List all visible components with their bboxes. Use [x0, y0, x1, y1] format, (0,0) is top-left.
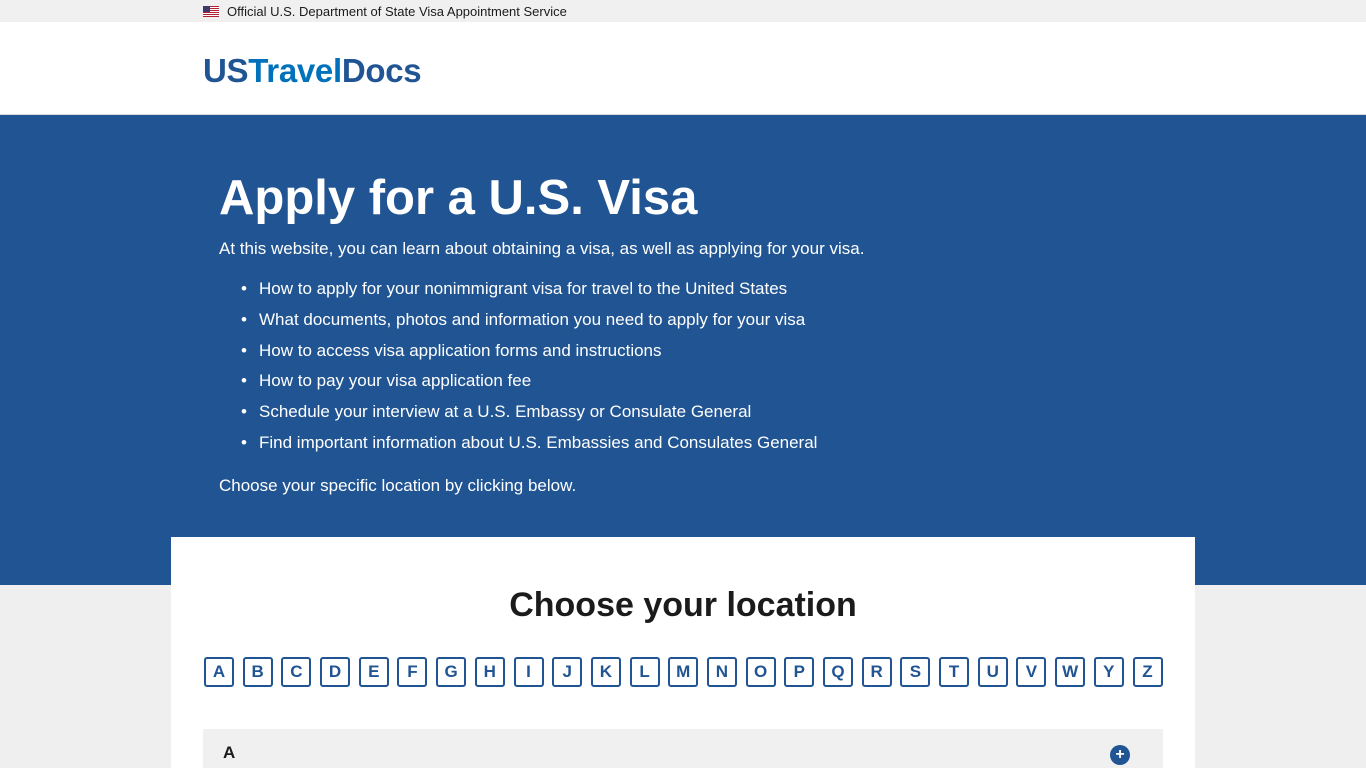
gov-banner-text: Official U.S. Department of State Visa A…: [227, 3, 567, 19]
list-item: • How to pay your visa application fee: [241, 371, 532, 391]
logo-part-us: US: [203, 52, 249, 89]
site-logo[interactable]: USTravelDocs: [203, 46, 422, 90]
letter-button-h[interactable]: H: [474, 657, 505, 687]
letter-button-p[interactable]: P: [784, 657, 815, 687]
site-header: USTravelDocs: [0, 22, 1366, 115]
letter-button-i[interactable]: I: [513, 657, 544, 687]
letter-button-l[interactable]: L: [629, 657, 660, 687]
logo-part-docs: Docs: [341, 52, 422, 89]
letter-button-r[interactable]: R: [861, 657, 892, 687]
letter-button-g[interactable]: G: [436, 657, 467, 687]
location-title: Choose your location: [509, 586, 857, 624]
letter-button-j[interactable]: J: [552, 657, 583, 687]
letter-button-k[interactable]: K: [590, 657, 621, 687]
location-card: Choose your location A B C D E F G H I J…: [171, 537, 1195, 768]
accordion-label: A: [223, 743, 236, 762]
list-item: • Find important information about U.S. E…: [241, 432, 818, 452]
list-item: • How to apply for your nonimmigrant visa…: [241, 279, 788, 298]
page-title: Apply for a U.S. Visa: [219, 171, 698, 225]
letter-button-u[interactable]: U: [977, 657, 1008, 687]
letter-button-m[interactable]: M: [668, 657, 699, 687]
hero-list: • How to apply for your nonimmigrant visa…: [219, 274, 1366, 459]
letter-button-q[interactable]: Q: [823, 657, 853, 687]
choose-location-text: Choose your specific location by clickin…: [219, 475, 577, 495]
plus-circle-icon[interactable]: +: [1110, 745, 1130, 765]
accordion-a[interactable]: A +: [203, 729, 1163, 768]
logo-part-travel: Travel: [248, 52, 342, 89]
hero-section: Apply for a U.S. Visa At this website, y…: [0, 115, 1366, 585]
letter-filter: A B C D E F G H I J K L M N O P Q R S T …: [204, 657, 1171, 687]
letter-button-t[interactable]: T: [939, 657, 970, 687]
list-item: • What documents, photos and information …: [241, 309, 806, 329]
gov-banner: Official U.S. Department of State Visa A…: [0, 0, 1366, 22]
letter-button-a[interactable]: A: [204, 657, 234, 687]
letter-button-w[interactable]: W: [1055, 657, 1086, 687]
list-item: • Schedule your interview at a U.S. Embas…: [241, 402, 752, 422]
letter-button-f[interactable]: F: [397, 657, 428, 687]
list-item: • How to access visa application forms an…: [241, 340, 662, 360]
letter-button-z[interactable]: Z: [1132, 657, 1163, 687]
letter-button-y[interactable]: Y: [1093, 657, 1124, 687]
hero-intro: At this website, you can learn about obt…: [219, 239, 865, 258]
letter-button-v[interactable]: V: [1016, 657, 1047, 687]
letter-button-d[interactable]: D: [320, 657, 351, 687]
letter-button-c[interactable]: C: [281, 657, 312, 687]
letter-button-b[interactable]: B: [242, 657, 273, 687]
letter-button-o[interactable]: O: [745, 657, 776, 687]
letter-button-s[interactable]: S: [900, 657, 931, 687]
letter-button-n[interactable]: N: [706, 657, 737, 687]
letter-button-e[interactable]: E: [358, 657, 389, 687]
us-flag-icon: [203, 5, 219, 17]
